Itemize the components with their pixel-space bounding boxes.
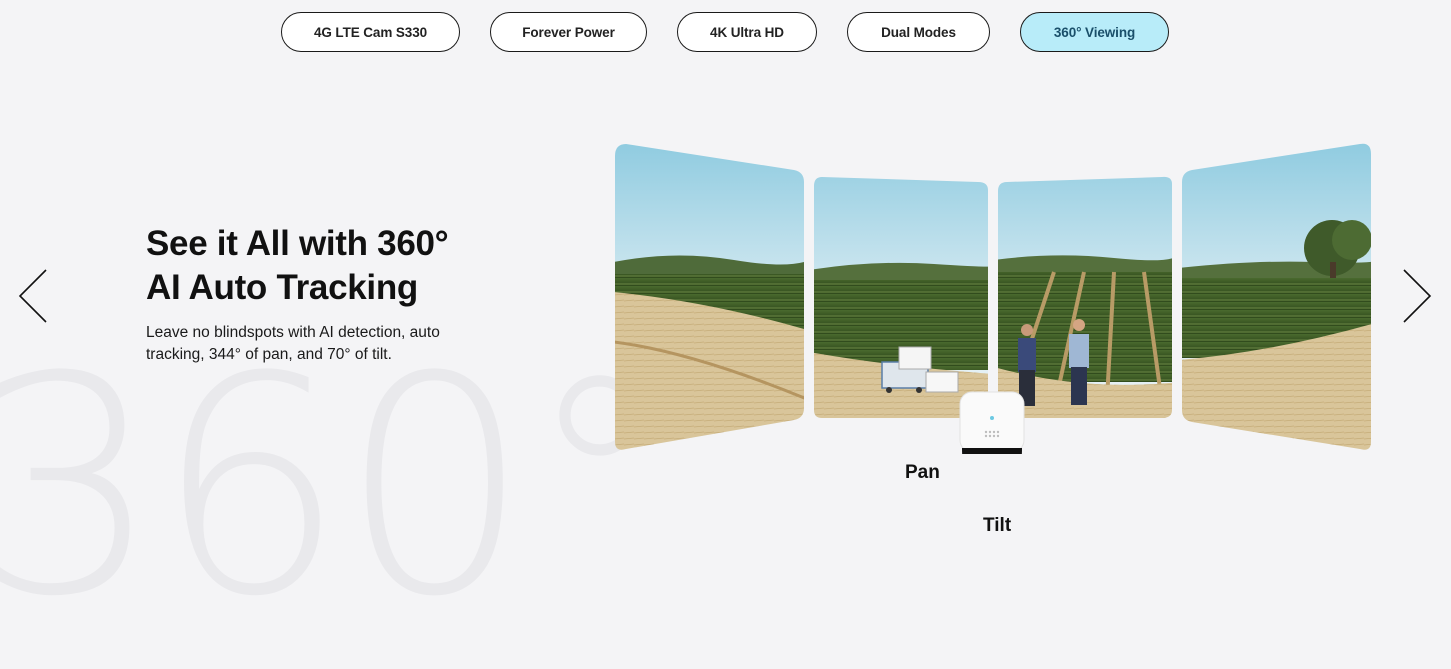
tab-4k-ultra-hd[interactable]: 4K Ultra HD bbox=[677, 12, 817, 52]
headline-line-2: AI Auto Tracking bbox=[146, 268, 418, 307]
panorama-image bbox=[615, 143, 1371, 454]
chevron-left-icon bbox=[18, 269, 47, 323]
feature-tabs: 4G LTE Cam S330 Forever Power 4K Ultra H… bbox=[0, 12, 1451, 54]
chevron-right-icon bbox=[1403, 269, 1432, 323]
pan-label: Pan bbox=[905, 462, 940, 483]
description: Leave no blindspots with AI detection, a… bbox=[146, 324, 440, 363]
panorama-panel-4 bbox=[1182, 143, 1371, 450]
next-slide-button[interactable] bbox=[1396, 266, 1436, 326]
tilt-label: Tilt bbox=[983, 515, 1012, 536]
tab-dual-modes[interactable]: Dual Modes bbox=[847, 12, 990, 52]
panorama-panel-1 bbox=[615, 144, 804, 450]
prev-slide-button[interactable] bbox=[14, 266, 54, 326]
headline-line-1: See it All with 360° bbox=[146, 224, 449, 263]
tab-360-viewing[interactable]: 360° Viewing bbox=[1020, 12, 1169, 52]
tab-4g-lte-cam[interactable]: 4G LTE Cam S330 bbox=[281, 12, 460, 52]
watermark-360: 360° bbox=[0, 313, 675, 662]
headline: See it All with 360° AI Auto Tracking bbox=[146, 222, 506, 310]
tab-forever-power[interactable]: Forever Power bbox=[490, 12, 647, 52]
